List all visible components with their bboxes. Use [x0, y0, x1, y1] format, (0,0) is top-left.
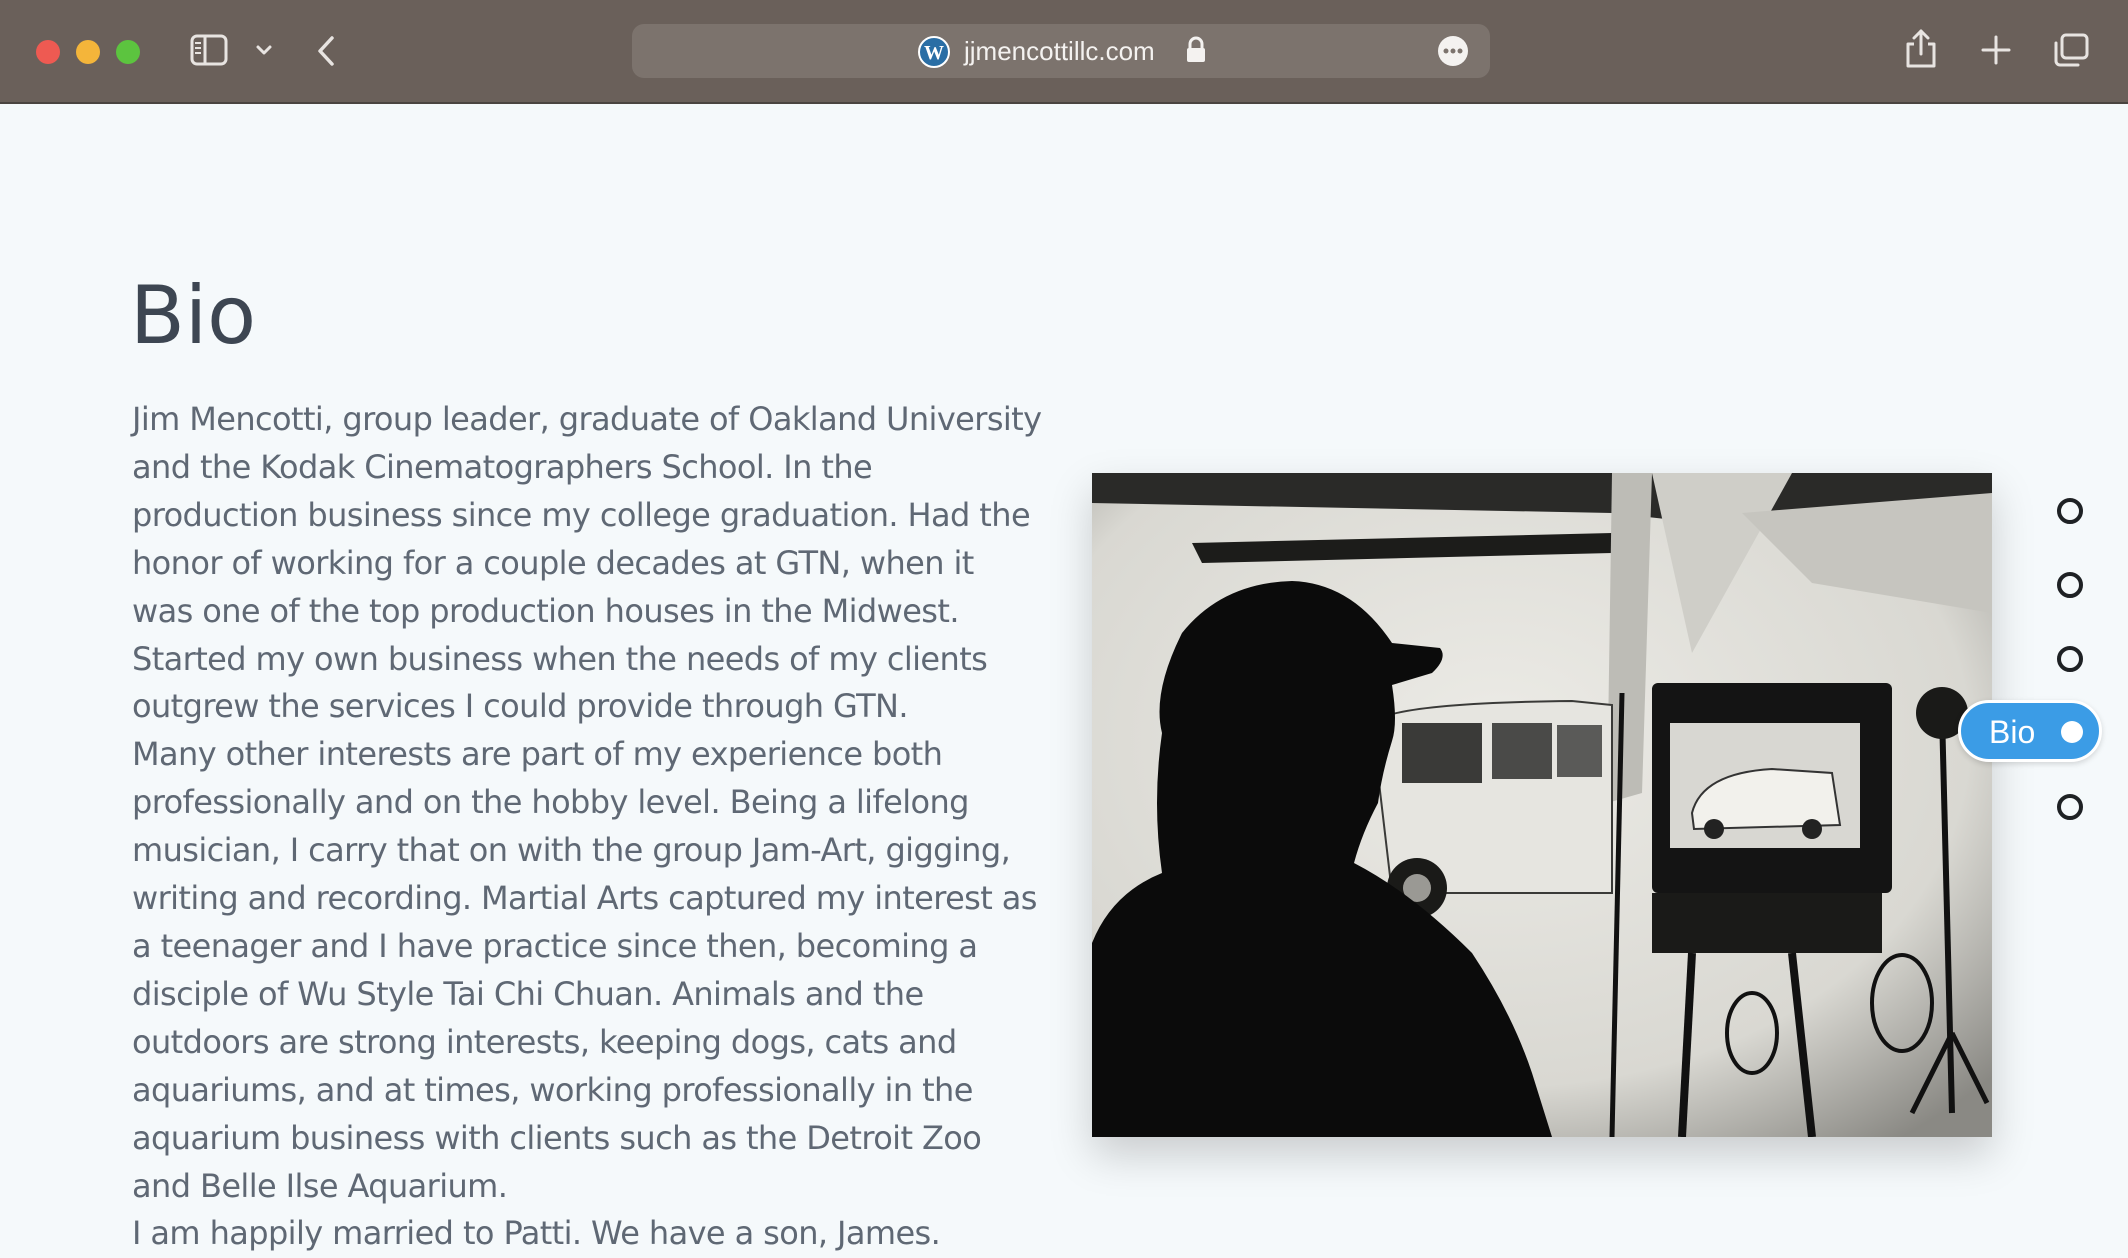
bio-text: Jim Mencotti, group leader, graduate of …: [132, 396, 1042, 1258]
close-window-button[interactable]: [36, 40, 60, 64]
bio-paragraph: Jim Mencotti, group leader, graduate of …: [132, 400, 1042, 630]
bio-paragraph: Many other interests are part of my expe…: [132, 735, 1037, 1205]
url-text: jjmencottillc.com: [964, 36, 1155, 66]
back-icon[interactable]: [314, 32, 338, 70]
minimize-window-button[interactable]: [76, 40, 100, 64]
wordpress-icon: W: [918, 36, 950, 68]
active-dot: [2061, 721, 2083, 743]
sidebar-icon[interactable]: [190, 34, 228, 66]
share-icon[interactable]: [1904, 28, 1938, 70]
section-nav-dot[interactable]: [2057, 498, 2083, 524]
lock-icon: [1184, 36, 1208, 64]
section-nav-active-bio[interactable]: Bio: [1958, 700, 2102, 762]
plus-icon[interactable]: [1980, 34, 2012, 66]
page-title: Bio: [130, 269, 257, 362]
section-nav-label: Bio: [1989, 714, 2036, 750]
more-icon[interactable]: [1436, 34, 1470, 68]
section-nav-dot[interactable]: [2057, 794, 2083, 820]
bio-paragraph: I am happily married to Patti. We have a…: [132, 1214, 941, 1253]
section-nav-dot[interactable]: [2057, 646, 2083, 672]
address-bar[interactable]: W jjmencottillc.com: [632, 24, 1490, 78]
bio-photo: [1092, 473, 1992, 1137]
zoom-window-button[interactable]: [116, 40, 140, 64]
browser-toolbar: W jjmencottillc.com: [0, 0, 2128, 104]
bio-paragraph: Started my own business when the needs o…: [132, 639, 988, 726]
tabs-icon[interactable]: [2052, 32, 2090, 68]
svg-text:W: W: [924, 42, 944, 64]
chevron-down-icon[interactable]: [252, 38, 276, 62]
section-nav-dot[interactable]: [2057, 572, 2083, 598]
